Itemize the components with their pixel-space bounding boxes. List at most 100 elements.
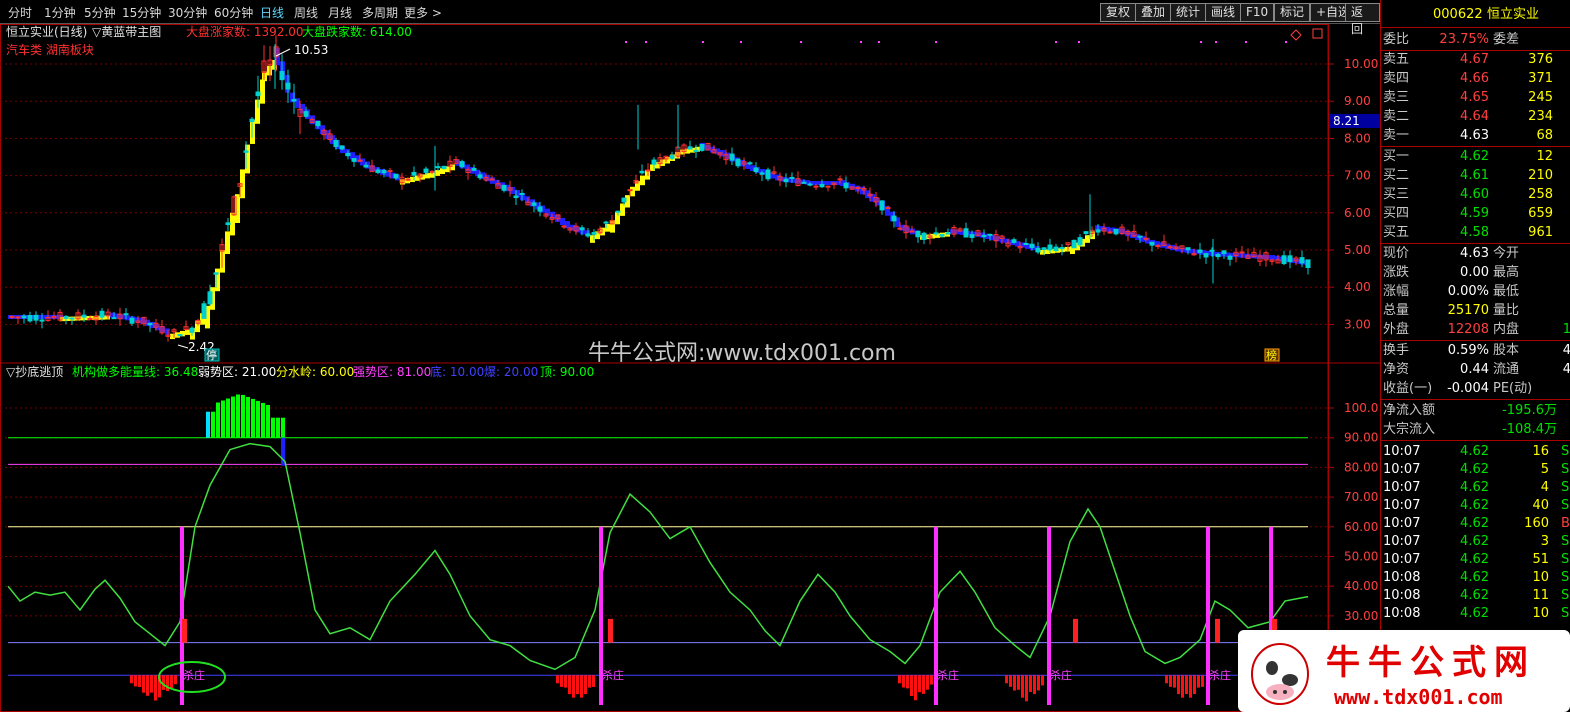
indicator-tick-label: 90.00 <box>1344 431 1378 445</box>
toolbar-button-3[interactable]: 画线 <box>1205 3 1242 22</box>
quote-cell: 5 <box>1540 462 1549 477</box>
candle-body <box>1299 257 1305 264</box>
bottom-histogram-bar <box>568 675 571 695</box>
candle-body <box>807 183 813 186</box>
period-tab-8[interactable]: 月线 <box>328 4 352 21</box>
bottom-histogram-bar <box>1041 675 1044 686</box>
top-histogram-bar <box>271 417 275 438</box>
candle-body <box>753 167 759 173</box>
candle-body <box>279 71 285 81</box>
quote-cell: 现价 <box>1383 246 1410 261</box>
quote-cell: 卖三 <box>1383 90 1410 105</box>
top-marker <box>1215 41 1217 43</box>
period-toolbar: 分时 1分钟 5分钟 15分钟 30分钟 60分钟 日线 周线 月线 多周期 更多 > 复权 叠加 统计画… <box>0 0 1380 36</box>
candle-body <box>21 315 27 319</box>
quote-cell: 1 <box>1562 322 1570 337</box>
bottom-histogram-bar <box>592 675 595 687</box>
toolbar-button-5[interactable]: 标记 <box>1274 3 1311 22</box>
flow-row: 净流入额 -195.6万 <box>1381 401 1570 420</box>
candle-body <box>291 99 297 102</box>
toolbar-button-4[interactable]: F10 <box>1240 3 1275 22</box>
quote-cell: 今开 <box>1493 246 1520 261</box>
toolbar-button-0[interactable]: 复权 <box>1100 3 1137 22</box>
chart-area[interactable]: 10.00 9.00 8.00 7.00 6.00 5.00 4.00 3.00 8.21 恒立实… <box>0 24 1380 712</box>
divider <box>1381 440 1570 441</box>
period-tab-0[interactable]: 分时 <box>8 4 32 21</box>
candle-body <box>201 303 207 319</box>
top-histogram-bar <box>261 402 265 438</box>
period-tab-5[interactable]: 60分钟 <box>214 4 253 21</box>
candle-body <box>651 159 657 165</box>
candle-body <box>1095 229 1101 233</box>
quote-cell: 总量 <box>1383 303 1410 318</box>
band-segment <box>630 186 635 197</box>
candle-body <box>531 202 537 206</box>
bottom-histogram-bar <box>1029 675 1032 692</box>
period-tab-1[interactable]: 1分钟 <box>44 4 76 21</box>
quote-cell: 4.62 <box>1460 498 1489 513</box>
period-tab-4[interactable]: 30分钟 <box>168 4 207 21</box>
quote-cell: 最高 <box>1493 265 1520 280</box>
candle-body <box>423 168 429 173</box>
tick-row: 10:07 4.62 51 S <box>1381 550 1570 569</box>
quote-cell: 买五 <box>1383 225 1410 240</box>
bottom-histogram-bar <box>584 675 587 695</box>
toolbar-button-7[interactable]: 返回 <box>1345 3 1380 36</box>
bottom-histogram-bar <box>906 675 909 689</box>
stat2-row: 换手 0.59% 股本 4 <box>1381 341 1570 360</box>
period-tab-9[interactable]: 多周期 <box>362 4 398 21</box>
period-tab-2[interactable]: 5分钟 <box>84 4 116 21</box>
candle-body <box>729 153 735 161</box>
bottom-histogram-bar <box>1017 675 1020 690</box>
candle-body <box>885 207 891 210</box>
period-tab-7[interactable]: 周线 <box>294 4 318 21</box>
period-tab-3[interactable]: 15分钟 <box>122 4 161 21</box>
quote-cell: 4 <box>1540 480 1549 495</box>
quote-cell: 234 <box>1528 109 1553 124</box>
quote-cell: 4.62 <box>1460 149 1489 164</box>
quote-cell: 外盘 <box>1383 322 1410 337</box>
bottom-histogram-bar <box>560 675 563 687</box>
period-tab-10[interactable]: 更多 > <box>404 4 442 21</box>
bottom-histogram-bar <box>1197 675 1200 688</box>
candle-body <box>1041 247 1047 250</box>
ask-row: 卖三 4.65 245 <box>1381 88 1570 107</box>
top-marker <box>1285 41 1287 43</box>
indicator-tick-label: 60.00 <box>1344 520 1378 534</box>
quote-cell: 4 <box>1562 362 1570 377</box>
tick-row: 10:08 4.62 10 S <box>1381 568 1570 587</box>
top-histogram-bar <box>226 398 230 438</box>
quote-cell: 0.59% <box>1447 343 1489 358</box>
quote-cell: 3 <box>1540 534 1549 549</box>
quote-cell: -195.6万 <box>1502 403 1557 418</box>
toolbar-button-2[interactable]: 统计 <box>1170 3 1207 22</box>
candle-body <box>813 185 819 188</box>
quote-cell: 25170 <box>1447 303 1489 318</box>
top-histogram-bar <box>266 404 270 438</box>
toolbar-button-1[interactable]: 叠加 <box>1135 3 1172 22</box>
bottom-histogram-bar <box>146 675 149 696</box>
flow-row: 大宗流入 -108.4万 <box>1381 420 1570 439</box>
candle-body <box>537 206 543 212</box>
candle-body <box>285 82 291 90</box>
price-tick-label: 6.00 <box>1344 206 1371 220</box>
period-tab-6[interactable]: 日线 <box>260 4 284 21</box>
candle-body <box>603 221 609 224</box>
bottom-histogram-bar <box>1013 675 1016 691</box>
top-histogram-bar <box>276 417 280 438</box>
band-segment <box>640 175 645 186</box>
quote-cell: 净资 <box>1383 362 1410 377</box>
band-segment <box>230 212 235 236</box>
band-segment <box>825 181 830 186</box>
price-tick-label: 5.00 <box>1344 243 1371 257</box>
top-histogram-bar <box>256 400 260 438</box>
candle-body <box>585 233 591 237</box>
band-segment <box>1085 235 1090 243</box>
red-signal-bar <box>608 618 613 643</box>
quote-cell: 12208 <box>1447 322 1489 337</box>
quote-cell: 4.65 <box>1460 90 1489 105</box>
candle-body <box>405 178 411 181</box>
candle-body <box>513 195 519 199</box>
bottom-histogram-bar <box>910 675 913 697</box>
quote-cell: 委差 <box>1493 32 1520 47</box>
